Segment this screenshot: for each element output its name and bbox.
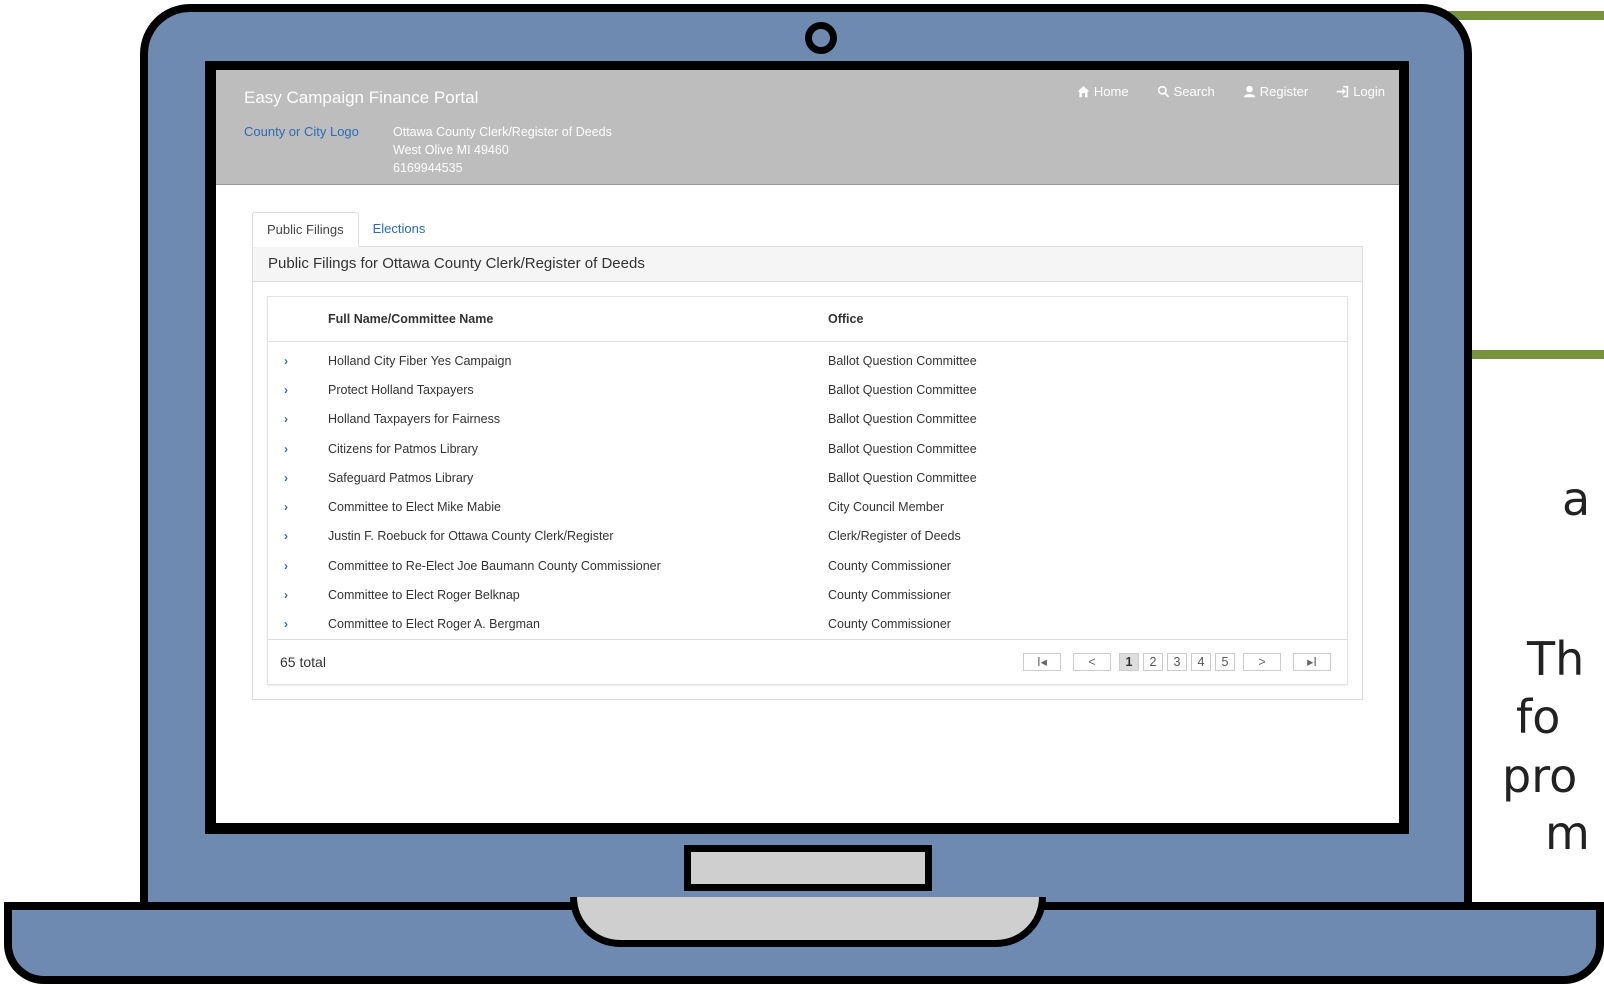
main-content: Public Filings Elections Public Filings … xyxy=(252,212,1363,700)
page-button[interactable]: 1 xyxy=(1119,652,1139,671)
committee-name: Committee to Elect Roger Belknap xyxy=(328,588,520,603)
last-page-button[interactable]: ▸I xyxy=(1293,652,1331,671)
office-name: County Commissioner xyxy=(828,617,951,632)
table-row[interactable]: › Committee to Elect Roger A. Bergman Coun… xyxy=(268,610,1347,639)
office-name: Ballot Question Committee xyxy=(828,441,977,456)
site-header: Easy Campaign Finance Portal County or C… xyxy=(216,70,1399,185)
expand-row-icon[interactable]: › xyxy=(268,588,328,602)
nav-home-label: Home xyxy=(1093,84,1129,99)
expand-row-icon[interactable]: › xyxy=(268,383,328,397)
committee-name: Holland City Fiber Yes Campaign xyxy=(328,353,512,368)
expand-row-icon[interactable]: › xyxy=(268,500,328,514)
table-row[interactable]: › Committee to Elect Mike Mabie City Counc… xyxy=(268,492,1347,521)
grid-header: Full Name/Committee Name Office xyxy=(268,297,1347,342)
table-row[interactable]: › Safeguard Patmos Library Ballot Question… xyxy=(268,463,1347,492)
expand-row-icon[interactable]: › xyxy=(268,442,328,456)
nav-register-label: Register xyxy=(1259,84,1309,99)
nav-register[interactable]: Register xyxy=(1229,84,1322,99)
browser-screen: Easy Campaign Finance Portal County or C… xyxy=(216,70,1399,823)
nav-search-label: Search xyxy=(1173,84,1215,99)
tab-public-filings[interactable]: Public Filings xyxy=(252,212,359,247)
phone-number: 6169944535 xyxy=(393,161,463,175)
prev-page-button[interactable]: < xyxy=(1073,652,1111,671)
nav-login[interactable]: Login xyxy=(1322,84,1399,99)
office-name: County Commissioner xyxy=(828,558,951,573)
page-button[interactable]: 2 xyxy=(1143,652,1163,671)
table-row[interactable]: › Committee to Re-Elect Joe Baumann Count… xyxy=(268,551,1347,580)
slide-text-fragment: a xyxy=(1562,472,1591,526)
office-name: County Commissioner xyxy=(828,588,951,603)
address-line: West Olive MI 49460 xyxy=(393,143,509,157)
filings-grid: Full Name/Committee Name Office › Holland… xyxy=(267,296,1348,685)
office-name: Ballot Question Committee xyxy=(828,353,977,368)
page-button[interactable]: 3 xyxy=(1167,652,1187,671)
committee-name: Safeguard Patmos Library xyxy=(328,470,474,485)
expand-row-icon[interactable]: › xyxy=(268,529,328,543)
committee-name: Committee to Re-Elect Joe Baumann County… xyxy=(328,558,661,573)
brand-title[interactable]: Easy Campaign Finance Portal xyxy=(244,88,478,108)
slide-text-fragment: fo xyxy=(1516,690,1561,744)
panel-heading: Public Filings for Ottawa County Clerk/R… xyxy=(253,247,1362,282)
user-icon xyxy=(1243,85,1255,98)
office-name: City Council Member xyxy=(828,500,945,515)
expand-row-icon[interactable]: › xyxy=(268,471,328,485)
grid-footer: 65 total I◂ < 1 2 3 4 5 > ▸I xyxy=(268,638,1347,684)
table-row[interactable]: › Holland City Fiber Yes Campaign Ballot Q… xyxy=(268,346,1347,375)
top-nav: Home Search Register Login xyxy=(1063,84,1399,99)
filings-panel: Public Filings for Ottawa County Clerk/R… xyxy=(252,247,1363,700)
page-button[interactable]: 4 xyxy=(1191,652,1211,671)
committee-name: Holland Taxpayers for Fairness xyxy=(328,412,501,427)
column-header-name[interactable]: Full Name/Committee Name xyxy=(328,312,828,326)
slide-text-fragment: Th xyxy=(1527,632,1585,686)
office-address: Ottawa County Clerk/Register of Deeds We… xyxy=(393,123,612,177)
pagination: I◂ < 1 2 3 4 5 > ▸I xyxy=(1019,652,1335,671)
home-icon xyxy=(1077,85,1090,98)
login-icon xyxy=(1337,85,1349,98)
expand-row-icon[interactable]: › xyxy=(268,412,328,426)
column-header-office[interactable]: Office xyxy=(828,312,1347,326)
touchpad xyxy=(684,845,932,891)
office-name: Ballot Question Committee xyxy=(828,412,977,427)
nav-home[interactable]: Home xyxy=(1063,84,1143,99)
committee-name: Committee to Elect Roger A. Bergman xyxy=(328,617,540,632)
committee-name: Committee to Elect Mike Mabie xyxy=(328,500,501,515)
slide-text-fragment: m xyxy=(1545,806,1590,860)
expand-row-icon[interactable]: › xyxy=(268,559,328,573)
committee-name: Justin F. Roebuck for Ottawa County Cler… xyxy=(328,529,614,544)
office-name: Ballot Question Committee xyxy=(828,470,977,485)
address-line: Ottawa County Clerk/Register of Deeds xyxy=(393,125,612,139)
laptop-hinge-notch xyxy=(570,897,1046,947)
table-row[interactable]: › Justin F. Roebuck for Ottawa County Cle… xyxy=(268,522,1347,551)
tab-elections[interactable]: Elections xyxy=(359,212,440,246)
office-name: Ballot Question Committee xyxy=(828,382,977,397)
nav-search[interactable]: Search xyxy=(1143,84,1229,99)
expand-row-icon[interactable]: › xyxy=(268,617,328,631)
office-name: Clerk/Register of Deeds xyxy=(828,529,961,544)
next-page-button[interactable]: > xyxy=(1243,652,1281,671)
grid-body: › Holland City Fiber Yes Campaign Ballot Q… xyxy=(268,342,1347,639)
first-page-button[interactable]: I◂ xyxy=(1023,652,1061,671)
camera-icon xyxy=(805,22,837,54)
table-row[interactable]: › Holland Taxpayers for Fairness Ballot Qu… xyxy=(268,405,1347,434)
committee-name: Citizens for Patmos Library xyxy=(328,441,479,456)
nav-login-label: Login xyxy=(1353,84,1385,99)
total-count: 65 total xyxy=(280,653,326,670)
search-icon xyxy=(1157,85,1169,98)
table-row[interactable]: › Citizens for Patmos Library Ballot Quest… xyxy=(268,434,1347,463)
table-row[interactable]: › Committee to Elect Roger Belknap County … xyxy=(268,580,1347,609)
panel-body: Full Name/Committee Name Office › Holland… xyxy=(253,282,1362,699)
table-row[interactable]: › Protect Holland Taxpayers Ballot Questio… xyxy=(268,375,1347,404)
page-button[interactable]: 5 xyxy=(1215,652,1235,671)
expand-row-icon[interactable]: › xyxy=(268,354,328,368)
slide-text-fragment: pro xyxy=(1502,749,1578,803)
tab-bar: Public Filings Elections xyxy=(252,212,1363,247)
committee-name: Protect Holland Taxpayers xyxy=(328,382,474,397)
county-logo: County or City Logo xyxy=(244,124,359,139)
